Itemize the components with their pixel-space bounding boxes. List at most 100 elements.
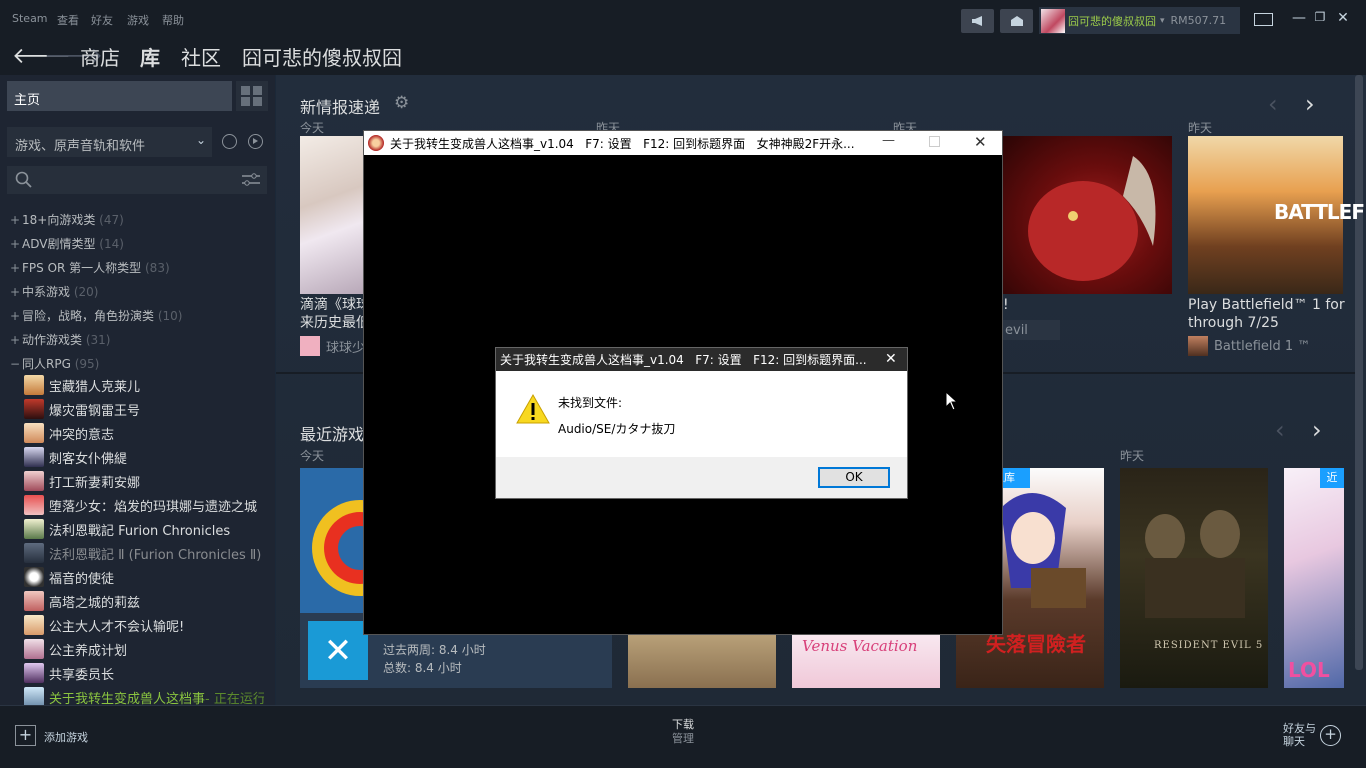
- category-row[interactable]: + 中系游戏 (20): [10, 283, 98, 300]
- game-name: 刺客女仆佛緹: [49, 451, 128, 467]
- plus-icon: +: [10, 285, 21, 299]
- minimize-icon[interactable]: —: [1289, 10, 1309, 26]
- category-name: 同人RPG: [22, 357, 71, 371]
- game-name: 高塔之城的莉兹: [49, 595, 141, 611]
- menu-view[interactable]: 查看: [57, 12, 79, 28]
- news-card-title[interactable]: 滴滴《球球 来历史最低: [300, 296, 364, 334]
- category-row[interactable]: + 动作游戏类 (31): [10, 331, 110, 348]
- downloads-manage[interactable]: 管理: [672, 730, 694, 746]
- game-list-item[interactable]: 堕落少女：焰发的玛琪娜与遗迹之城: [24, 494, 257, 516]
- recent-next-icon[interactable]: ›: [1312, 416, 1322, 444]
- recent-game-cover[interactable]: [300, 468, 364, 613]
- maximize-icon[interactable]: [929, 136, 940, 147]
- nav-store[interactable]: 商店: [80, 42, 120, 71]
- recently-added-badge: 近: [1320, 468, 1344, 488]
- game-list-item[interactable]: 打工新妻莉安娜: [24, 470, 140, 492]
- filter-sliders-icon[interactable]: [241, 172, 261, 188]
- plus-icon: +: [10, 333, 21, 347]
- game-list-item[interactable]: 爆灾雷钢雷王号: [24, 398, 140, 420]
- category-row[interactable]: +18+向游戏类 (47): [10, 211, 124, 228]
- friends-chat-button[interactable]: 好友与 聊天: [1283, 722, 1316, 748]
- nav-community[interactable]: 社区: [181, 42, 221, 71]
- news-next-icon[interactable]: ›: [1305, 90, 1315, 118]
- account-name: 囧可悲的傻叔叔囧: [1068, 14, 1156, 28]
- grid-view-button[interactable]: [236, 81, 268, 111]
- news-card-source: evil: [1003, 320, 1060, 340]
- category-name: 中系游戏: [22, 285, 71, 299]
- category-count: (47): [99, 213, 124, 227]
- category-name: 冒险，战略，角色扮演类: [22, 309, 155, 323]
- venus-vacation-logo: Venus Vacation: [802, 637, 918, 655]
- category-row[interactable]: + FPS OR 第一人称类型 (83): [10, 259, 170, 276]
- menu-friends[interactable]: 好友: [91, 12, 113, 28]
- demon-illustration: [1028, 156, 1156, 281]
- notifications-button[interactable]: [1000, 9, 1033, 33]
- plus-icon: +: [10, 261, 21, 275]
- recent-game-cover[interactable]: RESIDENT EVIL 5: [1120, 468, 1268, 688]
- game-list-item[interactable]: 刺客女仆佛緹: [24, 446, 127, 468]
- close-icon[interactable]: ✕: [885, 351, 897, 367]
- game-list-item[interactable]: 法利恩戰記 Furion Chronicles: [24, 518, 230, 540]
- nav-profile[interactable]: 囧可悲的傻叔叔囧: [242, 42, 402, 71]
- home-button[interactable]: 主页: [7, 81, 232, 111]
- game-list-item[interactable]: 公主大人才不会认输呢!: [24, 614, 184, 636]
- ok-button[interactable]: OK: [818, 467, 890, 488]
- minimize-icon[interactable]: —: [882, 133, 895, 148]
- game-list-item[interactable]: 宝藏猎人克莱儿: [24, 374, 140, 396]
- category-row[interactable]: + 冒险，战略，角色扮演类 (10): [10, 307, 182, 324]
- stop-game-button[interactable]: ✕: [308, 621, 368, 680]
- game-list-item[interactable]: 福音的使徒: [24, 566, 114, 588]
- recent-prev-icon[interactable]: ‹: [1275, 416, 1285, 444]
- clock-icon[interactable]: [222, 134, 237, 149]
- maximize-icon[interactable]: ❐: [1310, 10, 1330, 24]
- news-card-image[interactable]: BATTLEF: [1188, 136, 1365, 294]
- day-label: 今天: [300, 449, 325, 463]
- announcement-button[interactable]: [961, 9, 994, 33]
- day-label: 今天: [300, 121, 325, 135]
- plus-icon: +: [10, 309, 21, 323]
- news-card-image[interactable]: [300, 136, 364, 294]
- game-window-titlebar[interactable]: 关于我转生变成兽人这档事_v1.04 F7: 设置 F12: 回到标题界面 女神…: [364, 131, 1002, 155]
- library-search-input[interactable]: [7, 166, 267, 194]
- friends-plus-icon[interactable]: +: [1320, 725, 1341, 746]
- add-game-button[interactable]: 添加游戏: [44, 729, 88, 745]
- news-card-image[interactable]: [1003, 136, 1172, 294]
- menu-help[interactable]: 帮助: [162, 12, 184, 28]
- chevron-down-icon: ⌄: [195, 133, 206, 147]
- game-list-item[interactable]: 高塔之城的莉兹: [24, 590, 140, 612]
- news-card-title[interactable]: Play Battlefield™ 1 for through 7/25: [1188, 296, 1348, 334]
- recent-game-cover[interactable]: [628, 635, 776, 688]
- game-icon: [24, 543, 44, 563]
- envelope-icon: [1010, 16, 1023, 26]
- main-scrollbar[interactable]: [1355, 75, 1363, 670]
- big-picture-icon[interactable]: [1254, 13, 1273, 26]
- play-icon[interactable]: [248, 134, 263, 149]
- game-list-item[interactable]: 共享委员长: [24, 662, 114, 684]
- category-row[interactable]: + ADV剧情类型 (14): [10, 235, 124, 252]
- game-list-item[interactable]: 冲突的意志: [24, 422, 114, 444]
- source-icon: [300, 336, 320, 356]
- menu-games[interactable]: 游戏: [127, 12, 149, 28]
- game-icon: [24, 687, 44, 707]
- library-filter-dropdown[interactable]: 游戏、原声音轨和软件 ⌄: [7, 127, 212, 157]
- nav-library[interactable]: 库: [140, 42, 160, 71]
- gear-icon[interactable]: ⚙: [394, 93, 409, 113]
- game-name: 共享委员长: [49, 667, 115, 683]
- source-icon: [1188, 336, 1208, 356]
- news-prev-icon[interactable]: ‹: [1268, 90, 1278, 118]
- category-row-expanded[interactable]: − 同人RPG (95): [10, 355, 99, 372]
- game-icon: [24, 399, 44, 419]
- menu-steam[interactable]: Steam: [12, 12, 48, 25]
- dialog-titlebar[interactable]: 关于我转生变成兽人这档事_v1.04 F7: 设置 F12: 回到标题界面...…: [496, 348, 907, 371]
- game-list-item[interactable]: 公主养成计划: [24, 638, 127, 660]
- close-icon[interactable]: ✕: [1333, 10, 1353, 26]
- recent-game-cover[interactable]: 近 LOL: [1284, 468, 1344, 688]
- filter-label: 游戏、原声音轨和软件: [15, 139, 146, 154]
- news-card-title[interactable]: !: [1003, 296, 1009, 314]
- dialog-footer: OK: [496, 457, 907, 498]
- recent-game-cover[interactable]: Venus Vacation: [792, 635, 940, 688]
- game-list-item[interactable]: 法利恩戰記 Ⅱ (Furion Chronicles Ⅱ): [24, 542, 261, 564]
- add-game-plus-icon[interactable]: +: [15, 725, 36, 746]
- close-icon[interactable]: ✕: [974, 133, 987, 151]
- account-menu[interactable]: 囧可悲的傻叔叔囧 ▾ RM507.71: [1039, 7, 1240, 34]
